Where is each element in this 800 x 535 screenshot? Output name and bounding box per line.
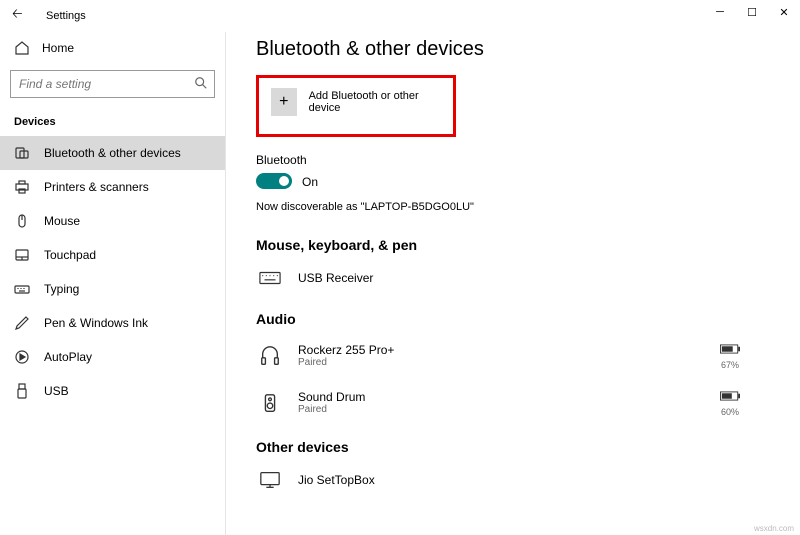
home-button[interactable]: Home xyxy=(0,34,225,62)
sidebar-item-pen[interactable]: Pen & Windows Ink xyxy=(0,306,225,340)
sidebar-item-typing[interactable]: Typing xyxy=(0,272,225,306)
display-icon xyxy=(256,469,284,491)
keyboard-icon xyxy=(256,267,284,289)
battery-percent: 60% xyxy=(721,407,739,417)
minimize-button[interactable]: ─ xyxy=(704,0,736,24)
device-sound-drum[interactable]: Sound Drum Paired 60% xyxy=(256,384,770,431)
battery-indicator: 60% xyxy=(720,388,740,417)
sidebar-item-label: USB xyxy=(44,384,69,398)
search-input[interactable] xyxy=(11,71,186,97)
home-icon xyxy=(14,40,30,56)
discoverable-text: Now discoverable as "LAPTOP-B5DGO0LU" xyxy=(256,201,770,213)
speaker-icon xyxy=(256,392,284,414)
sidebar-item-autoplay[interactable]: AutoPlay xyxy=(0,340,225,374)
sidebar-item-label: Typing xyxy=(44,282,79,296)
battery-icon xyxy=(720,341,740,359)
sidebar-item-label: AutoPlay xyxy=(44,350,92,364)
add-device-label: Add Bluetooth or other device xyxy=(309,90,441,114)
page-title: Bluetooth & other devices xyxy=(256,38,770,61)
device-settopbox[interactable]: Jio SetTopBox xyxy=(256,465,770,505)
device-rockerz[interactable]: Rockerz 255 Pro+ Paired 67% xyxy=(256,337,770,384)
keyboard-icon xyxy=(14,281,30,297)
touchpad-icon xyxy=(14,247,30,263)
sidebar-section-label: Devices xyxy=(0,110,225,136)
device-status: Paired xyxy=(298,357,706,368)
sidebar-item-touchpad[interactable]: Touchpad xyxy=(0,238,225,272)
pen-icon xyxy=(14,315,30,331)
toggle-knob xyxy=(279,176,289,186)
autoplay-icon xyxy=(14,349,30,365)
battery-indicator: 67% xyxy=(720,341,740,370)
back-button[interactable]: 🡠 xyxy=(12,5,32,27)
device-name: USB Receiver xyxy=(298,271,770,285)
maximize-button[interactable]: ☐ xyxy=(736,0,768,24)
sidebar-item-label: Touchpad xyxy=(44,248,96,262)
sidebar-item-usb[interactable]: USB xyxy=(0,374,225,408)
sidebar-item-label: Bluetooth & other devices xyxy=(44,146,181,160)
main-content: Bluetooth & other devices + Add Bluetoot… xyxy=(226,32,800,535)
bluetooth-devices-icon xyxy=(14,145,30,161)
section-other: Other devices xyxy=(256,439,770,455)
sidebar-item-label: Printers & scanners xyxy=(44,180,149,194)
device-usb-receiver[interactable]: USB Receiver xyxy=(256,263,770,303)
home-label: Home xyxy=(42,41,74,55)
add-device-button[interactable]: + Add Bluetooth or other device xyxy=(256,75,456,137)
section-mouse-keyboard-pen: Mouse, keyboard, & pen xyxy=(256,237,770,253)
plus-icon: + xyxy=(271,88,297,116)
sidebar-item-label: Mouse xyxy=(44,214,80,228)
battery-percent: 67% xyxy=(721,360,739,370)
window-controls: ─ ☐ ✕ xyxy=(704,0,800,24)
battery-icon xyxy=(720,388,740,406)
device-name: Sound Drum xyxy=(298,390,706,404)
sidebar-item-printers[interactable]: Printers & scanners xyxy=(0,170,225,204)
usb-icon xyxy=(14,383,30,399)
headphones-icon xyxy=(256,345,284,367)
titlebar: 🡠 Settings xyxy=(0,0,800,32)
device-status: Paired xyxy=(298,404,706,415)
section-audio: Audio xyxy=(256,311,770,327)
bluetooth-label: Bluetooth xyxy=(256,153,770,167)
search-icon[interactable] xyxy=(194,76,208,93)
sidebar-item-bluetooth[interactable]: Bluetooth & other devices xyxy=(0,136,225,170)
printer-icon xyxy=(14,179,30,195)
bluetooth-toggle[interactable] xyxy=(256,173,292,189)
window-title: Settings xyxy=(46,10,86,22)
sidebar: Home Devices Bluetooth & other devices P… xyxy=(0,32,226,535)
device-name: Jio SetTopBox xyxy=(298,473,770,487)
mouse-icon xyxy=(14,213,30,229)
sidebar-item-mouse[interactable]: Mouse xyxy=(0,204,225,238)
bluetooth-state: On xyxy=(302,175,318,189)
sidebar-item-label: Pen & Windows Ink xyxy=(44,316,148,330)
watermark: wsxdn.com xyxy=(754,524,794,533)
close-button[interactable]: ✕ xyxy=(768,0,800,24)
search-container xyxy=(10,70,215,98)
device-name: Rockerz 255 Pro+ xyxy=(298,343,706,357)
